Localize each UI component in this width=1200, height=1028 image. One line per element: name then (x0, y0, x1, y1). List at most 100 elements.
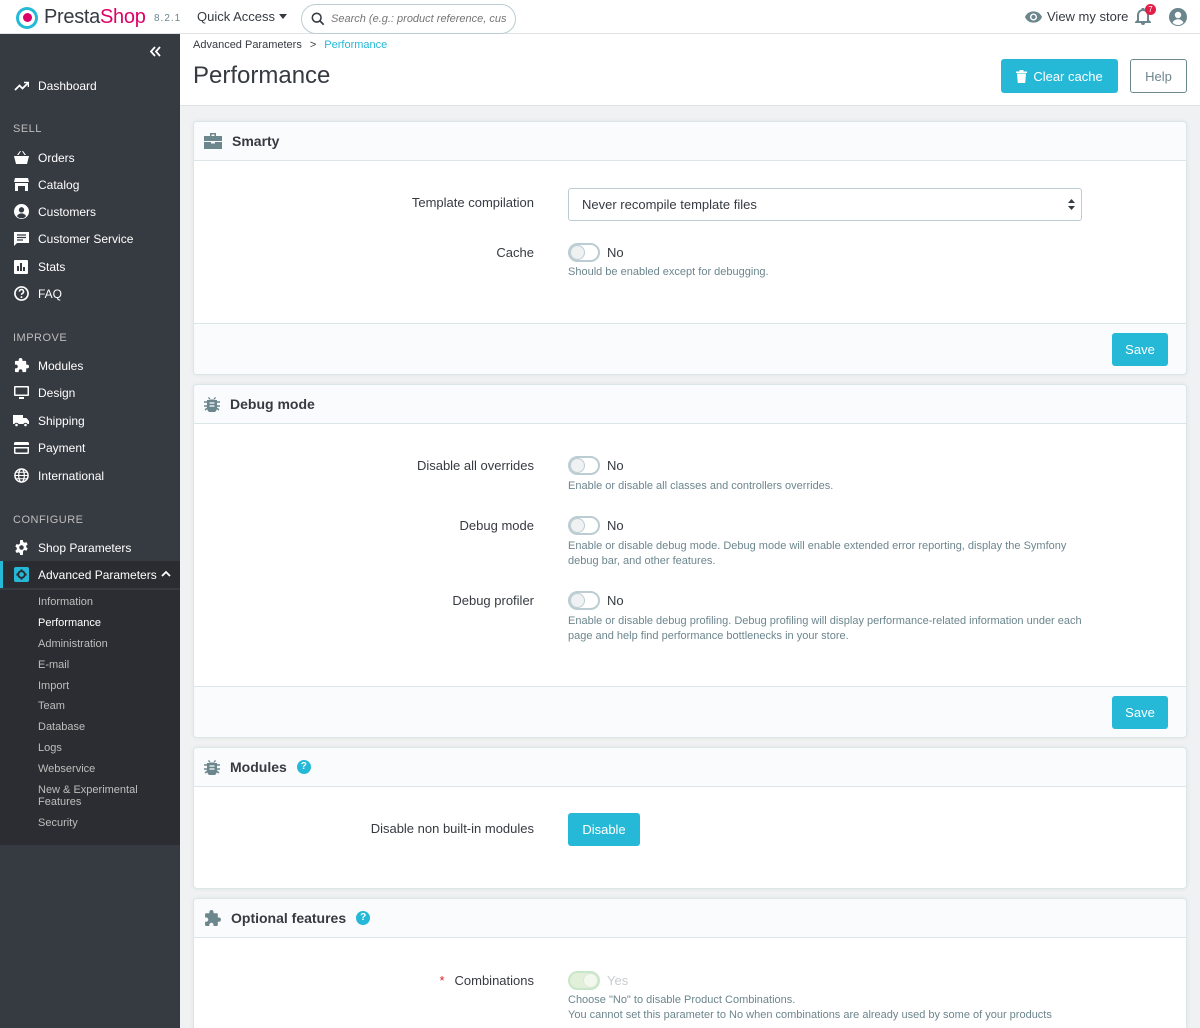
collapse-sidebar-button[interactable] (149, 46, 162, 57)
template-compilation-label: Template compilation (411, 195, 534, 210)
help-circle-icon (13, 286, 29, 302)
view-my-store-link[interactable]: View my store (1025, 9, 1128, 24)
clear-cache-label: Clear cache (1033, 68, 1103, 84)
disable-overrides-value: No (607, 458, 624, 473)
profile-button[interactable] (1169, 8, 1187, 26)
sidebar-item-payment[interactable]: Payment (0, 434, 180, 461)
combinations-help-text-1: Choose "No" to disable Product Combinati… (568, 994, 796, 1006)
sidebar-item-stats[interactable]: Stats (0, 253, 180, 280)
sidebar-item-label: Modules (38, 358, 84, 373)
sidebar-section-improve: IMPROVE (13, 332, 68, 344)
trash-icon (1016, 69, 1028, 83)
bug-icon (204, 760, 220, 775)
card-footer: Save (194, 686, 1186, 737)
cache-help-text: Should be enabled except for debugging. (568, 266, 769, 278)
debug-profiler-switch-row: No (568, 591, 624, 610)
help-tooltip-icon[interactable]: ? (356, 911, 371, 925)
card-title: Optional features (231, 910, 347, 926)
card-header: Modules ? (194, 748, 1186, 787)
sidebar-item-label: Shop Parameters (38, 540, 132, 555)
breadcrumb-parent[interactable]: Advanced Parameters (193, 39, 302, 51)
sidebar-item-label: International (38, 468, 105, 483)
debug-mode-toggle[interactable] (568, 516, 600, 535)
sidebar-item-orders[interactable]: Orders (0, 144, 180, 171)
caret-down-icon (279, 14, 288, 19)
bar-chart-icon (13, 259, 29, 275)
prestashop-logo[interactable]: PrestaShop (16, 6, 146, 29)
combinations-label: * Combinations (194, 973, 534, 988)
save-button[interactable]: Save (1112, 696, 1168, 729)
sidebar-item-customer-service[interactable]: Customer Service (0, 225, 180, 252)
sidebar-item-international[interactable]: International (0, 462, 180, 489)
card-title: Modules (230, 759, 287, 775)
submenu-item-import[interactable]: Import (38, 680, 69, 692)
disable-modules-button[interactable]: Disable (568, 813, 640, 846)
breadcrumb: Advanced Parameters > Performance (193, 39, 387, 51)
chat-icon (13, 231, 29, 247)
debug-mode-value: No (607, 518, 624, 533)
template-compilation-select[interactable]: Never recompile template files (568, 188, 1082, 221)
debug-profiler-help-text: Enable or disable debug profiling. Debug… (568, 615, 1082, 642)
advanced-parameters-submenu: Information Performance Administration E… (0, 590, 180, 845)
sidebar-item-modules[interactable]: Modules (0, 352, 180, 379)
page-header: Advanced Parameters > Performance Perfor… (180, 34, 1200, 106)
select-arrows-icon (1068, 199, 1075, 210)
help-tooltip-icon[interactable]: ? (296, 760, 311, 774)
sidebar-item-shipping[interactable]: Shipping (0, 407, 180, 434)
sidebar-item-advanced-parameters[interactable]: Advanced Parameters (0, 561, 180, 588)
search-input[interactable] (331, 13, 506, 25)
submenu-item-logs[interactable]: Logs (38, 742, 62, 754)
sidebar-item-dashboard[interactable]: Dashboard (0, 72, 180, 99)
sidebar-item-catalog[interactable]: Catalog (0, 171, 180, 198)
cache-toggle[interactable] (568, 243, 600, 262)
credit-card-icon (13, 440, 29, 456)
submenu-item-information[interactable]: Information (38, 596, 93, 608)
submenu-item-webservice[interactable]: Webservice (38, 763, 95, 775)
submenu-item-team[interactable]: Team (38, 700, 65, 712)
puzzle-icon (13, 358, 29, 374)
quick-access-label: Quick Access (197, 9, 276, 24)
combinations-toggle[interactable] (568, 971, 600, 990)
breadcrumb-current[interactable]: Performance (324, 39, 387, 51)
sidebar-item-label: Customers (38, 204, 97, 219)
card-title: Debug mode (230, 396, 315, 412)
submenu-item-administration[interactable]: Administration (38, 638, 108, 650)
gear-icon (13, 540, 29, 556)
cache-label: Cache (496, 245, 534, 260)
disable-non-builtin-modules-label: Disable non built-in modules (370, 821, 534, 836)
submenu-item-security[interactable]: Security (38, 817, 78, 829)
sidebar-item-label: Shipping (38, 413, 85, 428)
debug-mode-label: Debug mode (459, 518, 534, 533)
basket-icon (13, 150, 29, 166)
card-title: Smarty (232, 133, 280, 149)
logo-text: PrestaShop (44, 6, 146, 28)
sidebar-item-customers[interactable]: Customers (0, 198, 180, 225)
combinations-toggle-value: Yes (607, 973, 629, 988)
sidebar-item-shop-parameters[interactable]: Shop Parameters (0, 534, 180, 561)
top-header: PrestaShop 8.2.1 Quick Access View my st… (0, 0, 1200, 34)
disable-overrides-toggle[interactable] (568, 456, 600, 475)
optional-features-card: Optional features ? * Combinations Yes Ch… (193, 898, 1187, 1028)
save-button[interactable]: Save (1112, 333, 1168, 366)
search-box[interactable] (301, 4, 516, 34)
debug-mode-card: Debug mode Disable all overrides No Enab… (193, 384, 1187, 738)
sidebar-item-design[interactable]: Design (0, 379, 180, 406)
sidebar-item-label: Design (38, 385, 76, 400)
submenu-item-new-experimental-features[interactable]: New & Experimental Features (38, 784, 158, 808)
sidebar-item-label: Payment (38, 440, 86, 455)
submenu-item-performance[interactable]: Performance (38, 617, 101, 629)
quick-access-dropdown[interactable]: Quick Access (197, 9, 288, 24)
submenu-item-email[interactable]: E-mail (38, 659, 69, 671)
sidebar-item-faq[interactable]: FAQ (0, 280, 180, 307)
card-header: Optional features ? (194, 899, 1186, 938)
template-compilation-value: Never recompile template files (582, 197, 757, 212)
help-button[interactable]: Help (1130, 59, 1187, 93)
puzzle-icon (205, 909, 221, 926)
submenu-item-database[interactable]: Database (38, 721, 85, 733)
combinations-switch-row: Yes (568, 971, 628, 990)
user-avatar-icon (1169, 8, 1187, 26)
debug-profiler-toggle[interactable] (568, 591, 600, 610)
clear-cache-button[interactable]: Clear cache (1001, 59, 1118, 93)
card-header: Smarty (194, 122, 1186, 161)
card-header: Debug mode (194, 385, 1186, 424)
